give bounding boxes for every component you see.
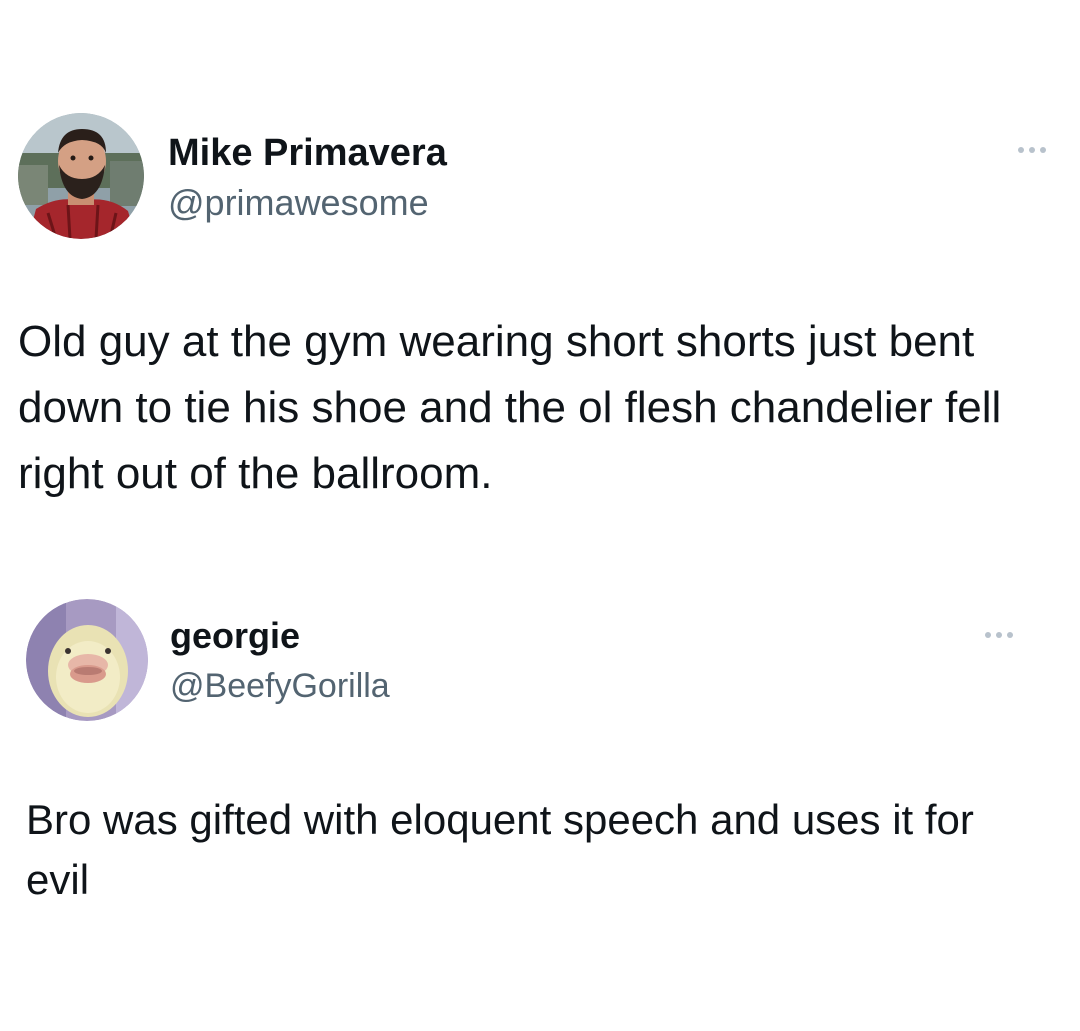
dot	[996, 632, 1002, 638]
tweet-text: Old guy at the gym wearing short shorts …	[18, 317, 1002, 498]
dot	[1029, 147, 1035, 153]
tweet-card: Mike Primavera @primawesome Old guy at t…	[0, 0, 1080, 560]
dot	[1040, 147, 1046, 153]
person-photo-avatar-icon	[18, 113, 144, 239]
duck-photo-avatar-icon	[26, 599, 148, 721]
more-options-icon[interactable]	[1018, 147, 1046, 153]
author-display-name[interactable]: Mike Primavera	[168, 131, 447, 175]
avatar[interactable]	[18, 113, 144, 239]
tweet-card: georgie @BeefyGorilla Bro was gifted wit…	[0, 560, 1080, 1031]
dot	[985, 632, 991, 638]
dot	[1018, 147, 1024, 153]
tweet-text: Bro was gifted with eloquent speech and …	[26, 796, 974, 903]
avatar[interactable]	[26, 599, 148, 721]
more-options-icon[interactable]	[985, 632, 1013, 638]
author-handle[interactable]: @primawesome	[168, 182, 429, 224]
author-handle[interactable]: @BeefyGorilla	[170, 666, 390, 706]
dot	[1007, 632, 1013, 638]
author-display-name[interactable]: georgie	[170, 615, 300, 657]
